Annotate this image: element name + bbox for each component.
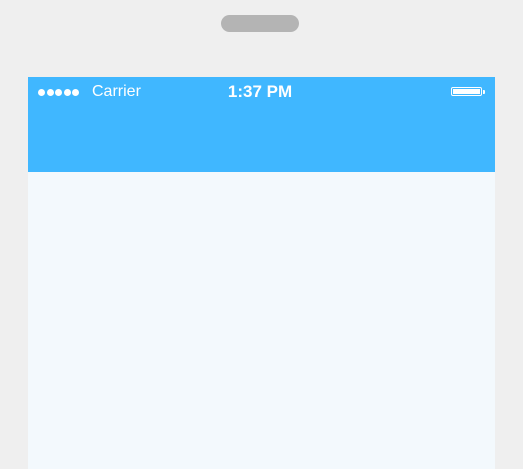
signal-dot xyxy=(55,89,62,96)
battery-icon xyxy=(451,87,482,96)
content-area xyxy=(28,172,495,469)
status-time: 1:37 PM xyxy=(227,82,293,101)
navigation-header: Carrier 1:37 PM xyxy=(28,77,495,172)
signal-dot xyxy=(63,89,71,96)
signal-dot xyxy=(46,89,54,96)
device-frame: { "device": { "frame_color": "#efefef", … xyxy=(0,0,523,469)
carrier-name: Carrier xyxy=(92,83,141,100)
signal-dot xyxy=(72,89,79,96)
signal-dot xyxy=(38,89,45,96)
battery-level-fill xyxy=(453,89,480,94)
status-bar: Carrier 1:37 PM xyxy=(28,77,495,107)
phone-screen: Carrier 1:37 PM xyxy=(28,77,495,469)
earpiece-speaker xyxy=(221,15,299,32)
signal-strength-icon xyxy=(38,89,79,96)
battery-tip xyxy=(483,90,485,94)
